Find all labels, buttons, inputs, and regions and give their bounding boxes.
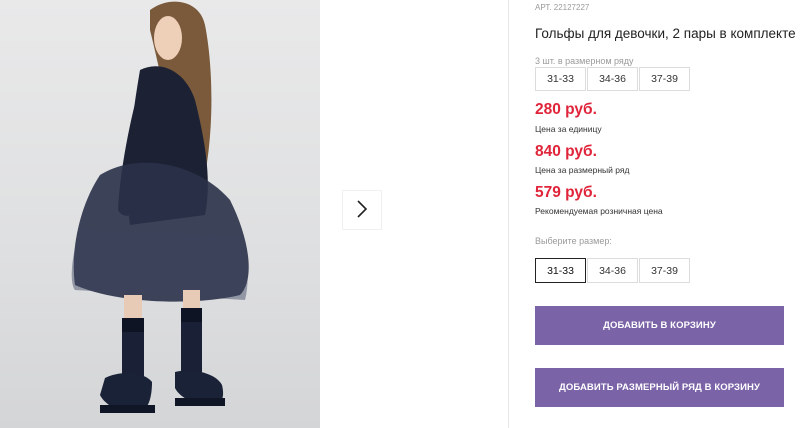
panel-divider xyxy=(508,0,509,428)
add-set-to-cart-button[interactable]: ДОБАВИТЬ РАЗМЕРНЫЙ РЯД В КОРЗИНУ xyxy=(535,368,784,407)
set-price: 840 руб. xyxy=(535,143,597,160)
set-size-option: 34-36 xyxy=(587,67,638,91)
product-gallery xyxy=(0,0,508,428)
size-option-selected[interactable]: 31-33 xyxy=(535,258,586,283)
set-size-label: 3 шт. в размерном ряду xyxy=(535,56,634,66)
article-number: АРТ. 22127227 xyxy=(535,3,590,12)
add-to-cart-button[interactable]: ДОБАВИТЬ В КОРЗИНУ xyxy=(535,306,784,345)
choose-size-label: Выберите размер: xyxy=(535,236,612,246)
size-option[interactable]: 34-36 xyxy=(587,258,638,283)
chevron-right-icon xyxy=(356,199,368,221)
gallery-next-button[interactable] xyxy=(343,191,381,229)
product-page: АРТ. 22127227 Гольфы для девочки, 2 пары… xyxy=(0,0,800,428)
product-title: Гольфы для девочки, 2 пары в комплекте xyxy=(535,26,796,41)
product-info-panel: АРТ. 22127227 Гольфы для девочки, 2 пары… xyxy=(535,0,796,428)
set-size-list: 31-33 34-36 37-39 xyxy=(535,67,691,91)
size-option[interactable]: 37-39 xyxy=(639,258,690,283)
set-price-note: Цена за размерный ряд xyxy=(535,165,630,175)
size-selector: 31-33 34-36 37-39 xyxy=(535,258,691,283)
retail-price-note: Рекомендуемая розничная цена xyxy=(535,206,663,216)
set-size-option: 31-33 xyxy=(535,67,586,91)
product-photo xyxy=(0,0,320,428)
unit-price: 280 руб. xyxy=(535,101,597,118)
retail-price: 579 руб. xyxy=(535,184,597,201)
set-size-option: 37-39 xyxy=(639,67,690,91)
unit-price-note: Цена за единицу xyxy=(535,124,602,134)
